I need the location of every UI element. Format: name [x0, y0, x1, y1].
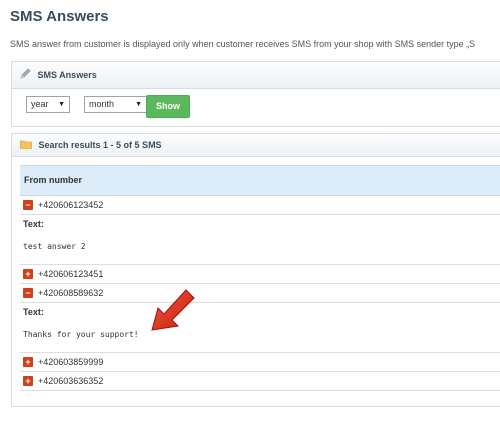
filter-panel-title: SMS Answers: [37, 70, 97, 80]
month-select-value: month: [89, 99, 115, 109]
from-number: +420603636352: [38, 376, 104, 386]
year-select-value: year: [31, 99, 49, 109]
table-row[interactable]: + +420606123451: [20, 265, 500, 284]
chevron-down-icon: ▼: [135, 101, 142, 108]
plus-icon[interactable]: +: [23, 376, 33, 386]
text-label: Text:: [23, 219, 44, 229]
minus-icon[interactable]: −: [23, 200, 33, 210]
month-select[interactable]: month ▼: [84, 96, 147, 113]
folder-icon: [20, 135, 32, 157]
page-title: SMS Answers: [10, 8, 109, 25]
from-number: +420606123451: [38, 269, 104, 279]
sms-detail: Text: Thanks for your support!: [20, 303, 500, 353]
show-button[interactable]: Show: [146, 95, 190, 118]
table-row[interactable]: − +420606123452: [20, 196, 500, 215]
results-list: − +420606123452 Text: test answer 2 + +4…: [20, 196, 500, 391]
table-row[interactable]: − +420608589632: [20, 284, 500, 303]
sms-text: Thanks for your support!: [23, 330, 139, 339]
filter-panel: SMS Answers year ▼ month ▼ Show: [11, 61, 500, 127]
text-label: Text:: [23, 307, 44, 317]
table-row[interactable]: + +420603636352: [20, 372, 500, 391]
from-number: +420606123452: [38, 200, 104, 210]
results-panel-header: Search results 1 - 5 of 5 SMS: [12, 134, 500, 157]
from-number: +420603859999: [38, 357, 104, 367]
chevron-down-icon: ▼: [58, 101, 65, 108]
table-row[interactable]: + +420603859999: [20, 353, 500, 372]
from-number: +420608589632: [38, 288, 104, 298]
results-panel: Search results 1 - 5 of 5 SMS From numbe…: [11, 133, 500, 407]
pencil-icon: [20, 63, 31, 89]
minus-icon[interactable]: −: [23, 288, 33, 298]
red-arrow-icon: [151, 289, 195, 331]
plus-icon[interactable]: +: [23, 357, 33, 367]
plus-icon[interactable]: +: [23, 269, 33, 279]
sms-text: test answer 2: [23, 242, 86, 251]
filter-panel-header: SMS Answers: [12, 62, 500, 89]
results-panel-title: Search results 1 - 5 of 5 SMS: [38, 140, 162, 150]
year-select[interactable]: year ▼: [26, 96, 70, 113]
column-header-from-number[interactable]: From number: [20, 165, 500, 196]
sms-detail: Text: test answer 2: [20, 215, 500, 265]
intro-text: SMS answer from customer is displayed on…: [10, 39, 476, 49]
